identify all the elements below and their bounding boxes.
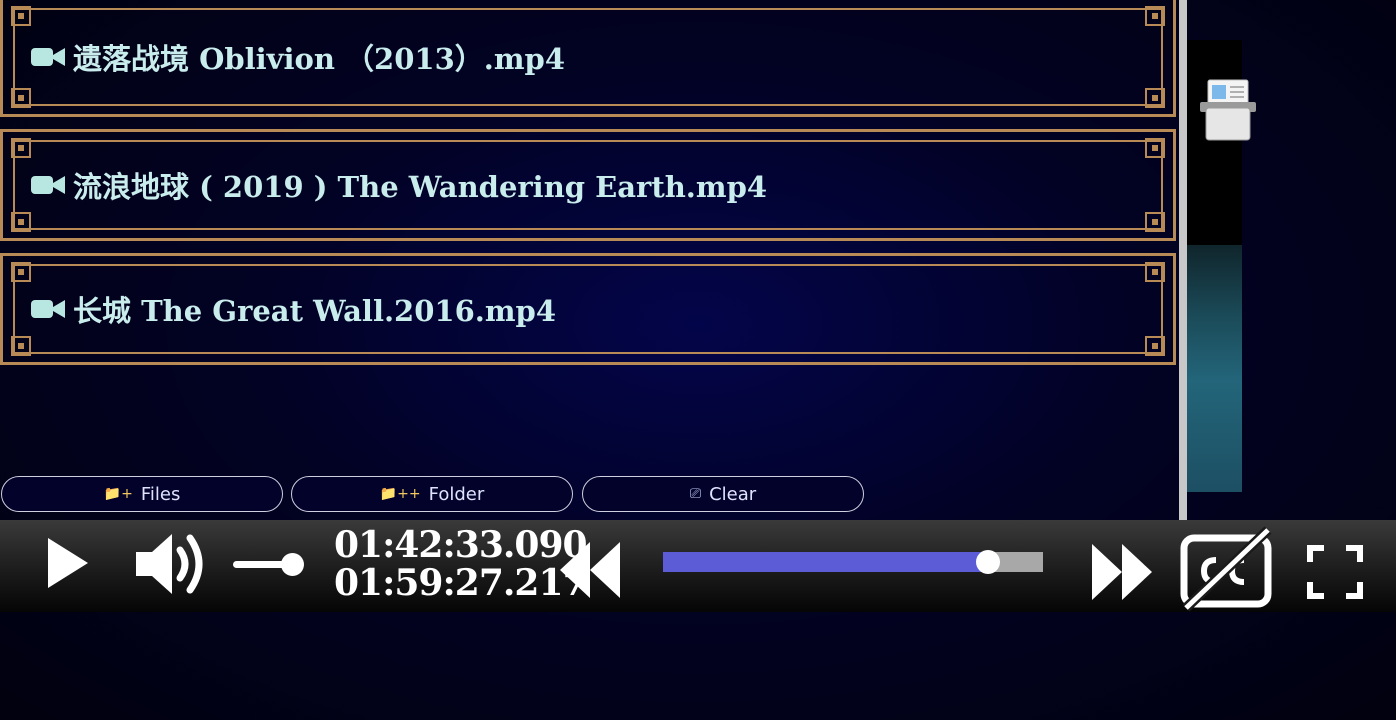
seek-bar[interactable] — [663, 550, 1043, 574]
video-camera-icon — [31, 46, 65, 68]
fast-forward-button[interactable] — [1090, 542, 1154, 606]
add-folder-button[interactable]: 📁++ Folder — [291, 476, 573, 512]
scrollbar[interactable] — [1179, 0, 1187, 522]
player-controls: 01:42:33.090 01:59:27.217 — [0, 520, 1396, 612]
subtitles-off-icon — [1180, 526, 1272, 612]
volume-handle[interactable] — [281, 553, 304, 576]
playlist-item-label: 遗落战境 Oblivion （2013）.mp4 — [73, 42, 566, 76]
video-camera-icon — [31, 298, 65, 320]
seek-bar-fill — [663, 552, 989, 572]
clip-tray-icon[interactable] — [1198, 78, 1260, 144]
playlist-item-title: 遗落战境 Oblivion （2013）.mp4 — [31, 36, 565, 78]
play-button[interactable] — [44, 536, 90, 594]
playlist-item-title: 流浪地球 ( 2019 ) The Wandering Earth.mp4 — [31, 164, 767, 206]
fullscreen-icon — [1307, 545, 1363, 599]
add-files-label: Files — [140, 483, 181, 505]
folder-plus-icon: 📁+ — [103, 486, 133, 502]
mute-button[interactable] — [134, 530, 206, 602]
eraser-icon: ⎚ — [689, 486, 702, 502]
folder-plus-plus-icon: 📁++ — [379, 486, 421, 502]
subtitles-off-button[interactable] — [1178, 526, 1274, 616]
playlist-item[interactable]: 遗落战境 Oblivion （2013）.mp4 — [0, 0, 1176, 117]
rewind-icon — [560, 542, 620, 598]
video-camera-icon — [31, 174, 65, 196]
add-files-button[interactable]: 📁+ Files — [1, 476, 283, 512]
fast-forward-icon — [1092, 544, 1152, 600]
play-icon — [48, 538, 88, 588]
playlist-item[interactable]: 流浪地球 ( 2019 ) The Wandering Earth.mp4 — [0, 129, 1176, 241]
playlist-item-label: 长城 The Great Wall.2016.mp4 — [73, 294, 557, 328]
add-folder-label: Folder — [428, 483, 485, 505]
seek-handle[interactable] — [976, 550, 1001, 574]
playlist-item-label: 流浪地球 ( 2019 ) The Wandering Earth.mp4 — [73, 170, 768, 204]
rewind-button[interactable] — [558, 540, 622, 604]
playlist: 遗落战境 Oblivion （2013）.mp4 流浪地球 ( 2019 ) T… — [0, 0, 1176, 377]
playlist-item-title: 长城 The Great Wall.2016.mp4 — [31, 288, 556, 330]
volume-icon — [136, 534, 203, 594]
clear-button[interactable]: ⎚ Clear — [582, 476, 864, 512]
fullscreen-button[interactable] — [1306, 544, 1364, 604]
playlist-item[interactable]: 长城 The Great Wall.2016.mp4 — [0, 253, 1176, 365]
current-time: 01:42:33.090 — [334, 524, 588, 566]
clear-label: Clear — [709, 483, 757, 505]
total-duration: 01:59:27.217 — [334, 562, 588, 604]
